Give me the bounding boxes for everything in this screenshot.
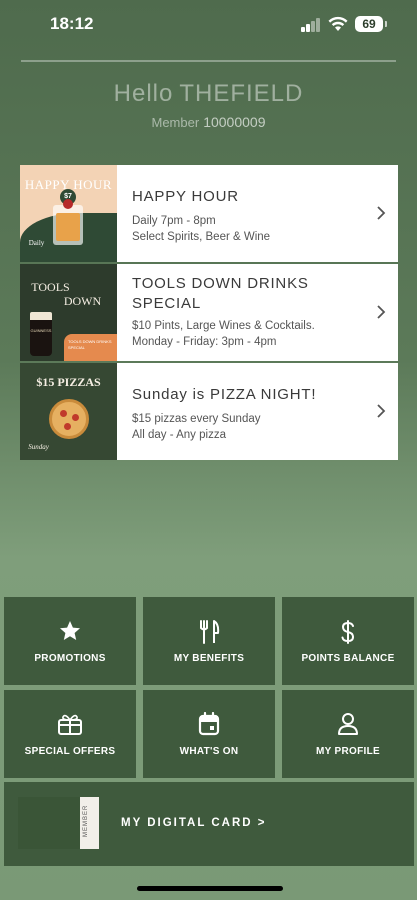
promo-title-line: SPECIAL: [132, 295, 201, 312]
thumb-pizzas-text: $15 PIZZAS: [36, 375, 101, 389]
thumb-daily-text: Daily: [28, 239, 45, 247]
member-strip: MEMBER: [80, 797, 99, 849]
member-strip-text: MEMBER: [83, 804, 89, 837]
thumb-guinness-text: GUINNESS: [30, 328, 52, 333]
digital-card-label: MY DIGITAL CARD >: [121, 817, 267, 829]
promo-item-happy-hour[interactable]: HAPPY HOUR $7 Daily HAPPY HOUR Daily 7pm…: [20, 165, 398, 262]
happy-hour-image: HAPPY HOUR $7 Daily: [20, 165, 117, 262]
dollar-icon: [282, 619, 414, 645]
my-digital-card-button[interactable]: MEMBER MY DIGITAL CARD >: [4, 782, 414, 866]
tile-label: SPECIAL OFFERS: [24, 746, 116, 757]
tile-my-profile[interactable]: MY PROFILE: [282, 690, 414, 778]
tile-my-benefits[interactable]: MY BENEFITS: [143, 597, 275, 685]
tile-points-balance[interactable]: POINTS BALANCE: [282, 597, 414, 685]
tile-label: POINTS BALANCE: [301, 653, 395, 664]
tile-label: WHAT'S ON: [179, 746, 239, 757]
promo-body: HAPPY HOUR Daily 7pm - 8pm Select Spirit…: [117, 165, 398, 262]
promo-line: $15 pizzas every Sunday: [132, 413, 261, 425]
status-time: 18:12: [50, 14, 94, 33]
person-icon: [282, 712, 414, 738]
promo-body: TOOLS DOWN DRINKS SPECIAL $10 Pints, Lar…: [117, 264, 398, 361]
chevron-right-icon: [377, 305, 386, 319]
gift-icon: [4, 712, 136, 738]
digital-card-thumbnail: [18, 797, 80, 849]
promo-line: Select Spirits, Beer & Wine: [132, 231, 271, 243]
member-info: Member 10000009: [0, 114, 417, 130]
thumb-offer-panel: TOOLS DOWN DRINKS SPECIAL: [64, 334, 117, 361]
thumb-offer-text: TOOLS DOWN DRINKS SPECIAL: [68, 339, 112, 350]
star-icon: [4, 619, 136, 645]
promo-body: Sunday is PIZZA NIGHT! $15 pizzas every …: [117, 363, 398, 460]
promo-line: All day - Any pizza: [132, 429, 226, 441]
status-bar: 18:12 69: [0, 0, 417, 52]
tile-label: MY BENEFITS: [173, 653, 245, 664]
thumb-tools-text: TOOLS: [31, 280, 70, 294]
promo-title-line: TOOLS DOWN DRINKS: [132, 275, 309, 292]
promo-item-pizza-night[interactable]: $15 PIZZAS Sunday Sunday is PIZZA NIGHT!…: [20, 363, 398, 460]
promo-line: Daily 7pm - 8pm: [132, 215, 216, 227]
pizza-night-image: $15 PIZZAS Sunday: [20, 363, 117, 460]
pint-glass-icon: GUINNESS: [30, 312, 52, 356]
member-label: Member: [151, 115, 200, 130]
tile-whats-on[interactable]: WHAT'S ON: [143, 690, 275, 778]
tools-down-image: TOOLS DOWN GUINNESS TOOLS DOWN DRINKS SP…: [20, 264, 117, 361]
promo-item-tools-down[interactable]: TOOLS DOWN GUINNESS TOOLS DOWN DRINKS SP…: [20, 264, 398, 361]
chevron-right-icon: [377, 404, 386, 418]
promo-title: Sunday is PIZZA NIGHT!: [132, 386, 317, 403]
promo-line: Monday - Friday: 3pm - 4pm: [132, 336, 277, 348]
tile-label: PROMOTIONS: [34, 653, 106, 664]
promo-line: $10 Pints, Large Wines & Cocktails.: [132, 320, 315, 332]
promotions-list: HAPPY HOUR $7 Daily HAPPY HOUR Daily 7pm…: [20, 165, 398, 462]
member-number: 10000009: [203, 114, 266, 130]
user-name: THEFIELD: [179, 80, 304, 107]
cellular-signal-icon: [301, 18, 321, 32]
tile-promotions[interactable]: PROMOTIONS: [4, 597, 136, 685]
chevron-right-icon: [377, 206, 386, 220]
thumb-down-text: DOWN: [63, 294, 102, 308]
header-divider: [21, 60, 396, 62]
cutlery-icon: [143, 619, 275, 645]
greeting: Hello THEFIELD: [0, 80, 417, 108]
greeting-word: Hello: [113, 80, 174, 107]
home-indicator[interactable]: [137, 886, 283, 891]
tile-label: MY PROFILE: [316, 746, 380, 757]
battery-indicator: 69: [355, 16, 387, 32]
calendar-icon: [143, 712, 275, 738]
thumb-sunday-text: Sunday: [28, 443, 49, 451]
promo-title: TOOLS DOWN DRINKS SPECIAL: [132, 274, 368, 314]
promo-title: HAPPY HOUR: [132, 188, 239, 205]
wifi-icon: [328, 16, 348, 31]
tile-special-offers[interactable]: SPECIAL OFFERS: [4, 690, 136, 778]
pizza-icon: [49, 399, 89, 439]
